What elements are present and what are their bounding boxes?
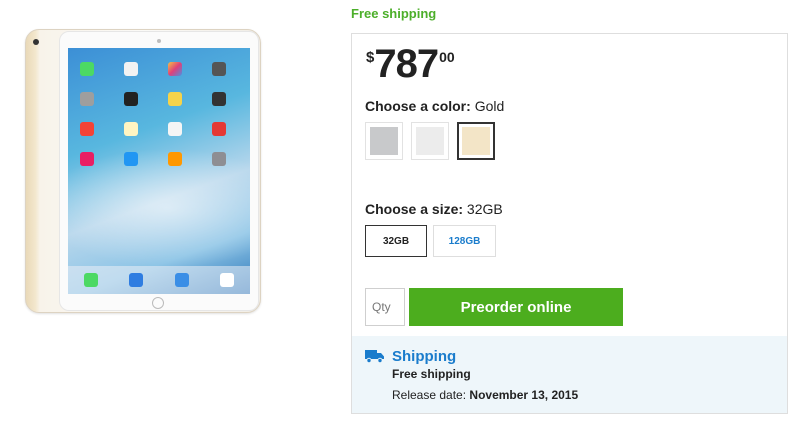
preorder-button[interactable]: Preorder online	[409, 288, 623, 326]
color-swatch-space-gray[interactable]	[365, 122, 403, 160]
color-label: Choose a color:	[365, 98, 471, 114]
front-camera	[157, 39, 161, 43]
color-swatch-silver[interactable]	[411, 122, 449, 160]
app-icon-grid	[80, 62, 240, 166]
rear-camera	[33, 39, 39, 45]
product-image	[25, 29, 265, 314]
ipad-screen	[68, 48, 250, 294]
swatch-fill	[462, 127, 490, 155]
quantity-input[interactable]	[365, 288, 405, 326]
color-label-row: Choose a color: Gold	[365, 98, 504, 114]
color-swatch-gold[interactable]	[457, 122, 495, 160]
selected-size: 32GB	[466, 201, 503, 217]
free-shipping-banner: Free shipping	[351, 6, 437, 21]
price-dollars: 787	[374, 42, 439, 86]
price-cents: 00	[439, 49, 455, 65]
swatch-fill	[416, 127, 444, 155]
home-button	[152, 297, 164, 309]
buy-box: $ 787 00 Choose a color: Gold Choose a s…	[351, 33, 788, 414]
shipping-title: Shipping	[392, 348, 457, 365]
size-option-128gb[interactable]: 128GB	[433, 225, 496, 257]
size-label: Choose a size:	[365, 201, 464, 217]
truck-icon	[365, 350, 384, 364]
selected-color: Gold	[474, 98, 505, 114]
ipad-front	[59, 31, 259, 311]
release-date-label: Release date:	[392, 388, 467, 402]
shipping-method: Free shipping	[392, 367, 471, 381]
price-currency: $	[366, 49, 375, 66]
release-date: November 13, 2015	[469, 388, 579, 402]
size-label-row: Choose a size: 32GB	[365, 201, 503, 217]
size-option-32gb[interactable]: 32GB	[365, 225, 427, 257]
price: $ 787 00	[366, 42, 455, 86]
shipping-section: Shipping Free shipping Release date: Nov…	[352, 336, 787, 413]
release-date-row: Release date: November 13, 2015	[392, 388, 578, 402]
swatch-fill	[370, 127, 398, 155]
app-dock	[68, 266, 250, 294]
